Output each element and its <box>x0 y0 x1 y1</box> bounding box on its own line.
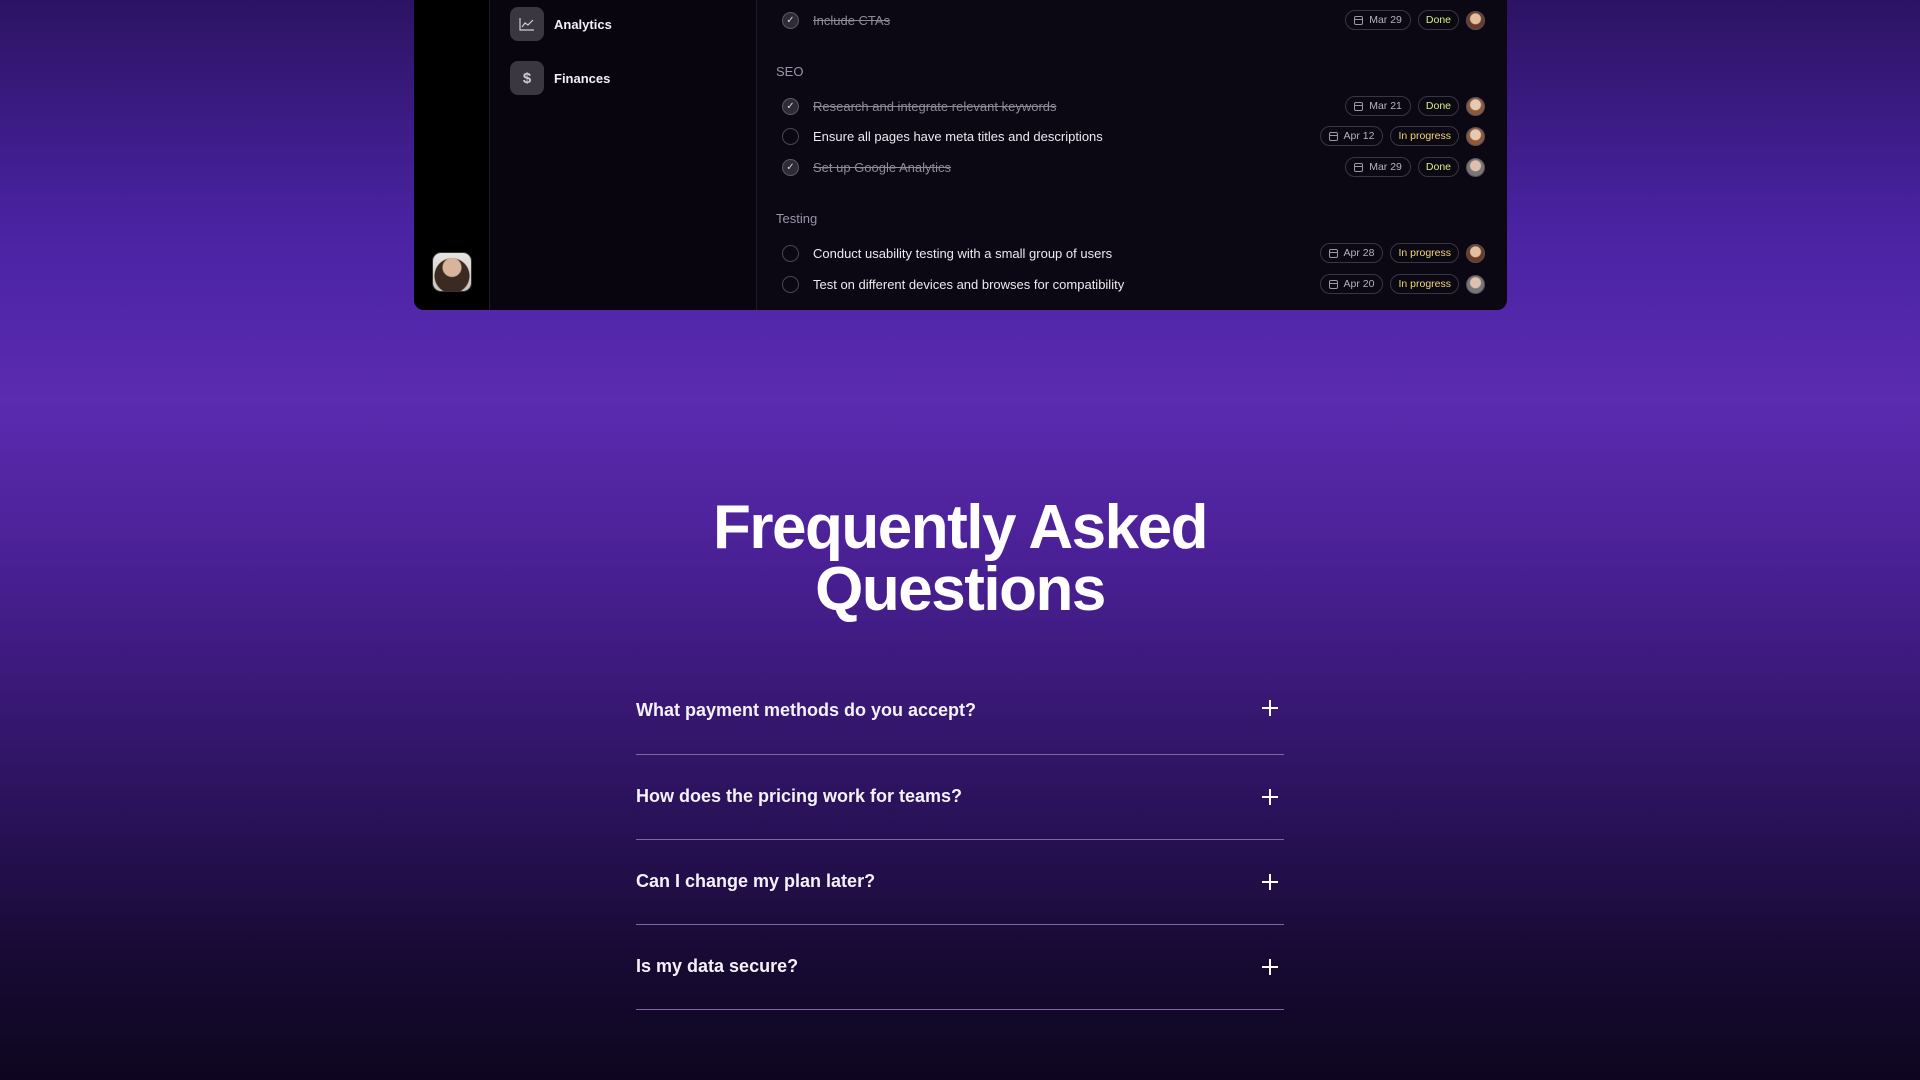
user-avatar[interactable] <box>432 252 472 292</box>
due-date-chip[interactable]: Mar 29 <box>1345 157 1411 177</box>
faq-item[interactable]: Can I change my plan later? <box>636 840 1284 925</box>
checkbox[interactable] <box>782 127 799 145</box>
sidebar-item-analytics[interactable]: Analytics <box>510 7 612 41</box>
task-title: Ensure all pages have meta titles and de… <box>813 128 1103 144</box>
sidebar-item-label: Finances <box>554 70 611 86</box>
task-row[interactable]: ✓ Research and integrate relevant keywor… <box>782 95 1485 117</box>
faq-item[interactable]: How does the pricing work for teams? <box>636 755 1284 840</box>
section-label-seo: SEO <box>776 64 804 79</box>
task-title: Research and integrate relevant keywords <box>813 98 1057 114</box>
faq-question: How does the pricing work for teams? <box>636 786 963 806</box>
status-badge[interactable]: Done <box>1417 10 1459 30</box>
calendar-icon <box>1354 162 1364 172</box>
plus-icon[interactable] <box>1262 788 1278 805</box>
status-badge[interactable]: Done <box>1417 157 1459 177</box>
faq-heading-line2: Questions <box>815 555 1106 624</box>
assignee-avatar[interactable] <box>1466 96 1485 116</box>
assignee-avatar[interactable] <box>1466 274 1485 294</box>
calendar-icon <box>1354 101 1364 111</box>
task-row[interactable]: ✓ Set up Google Analytics Mar 29 Done <box>782 156 1485 178</box>
calendar-icon <box>1328 248 1338 258</box>
checkbox[interactable] <box>782 244 799 262</box>
due-date: Apr 28 <box>1343 247 1375 259</box>
app-preview: Analytics $ Finances ✓ Include CTAs Mar … <box>414 0 1507 310</box>
task-list: ✓ Include CTAs Mar 29 Done SEO ✓ Researc… <box>757 0 1507 310</box>
task-row[interactable]: Test on different devices and browses fo… <box>782 273 1485 295</box>
task-title: Test on different devices and browses fo… <box>813 276 1125 292</box>
status-badge[interactable]: In progress <box>1390 274 1459 294</box>
dollar-icon: $ <box>510 61 544 95</box>
plus-icon[interactable] <box>1262 700 1278 716</box>
assignee-avatar[interactable] <box>1466 243 1485 263</box>
status-badge[interactable]: In progress <box>1390 243 1459 263</box>
calendar-icon <box>1354 15 1364 25</box>
checkbox[interactable] <box>782 275 799 293</box>
plus-icon[interactable] <box>1262 958 1278 975</box>
assignee-avatar[interactable] <box>1466 157 1485 177</box>
faq-list: What payment methods do you accept? How … <box>636 684 1284 1010</box>
due-date-chip[interactable]: Apr 12 <box>1319 126 1384 146</box>
due-date-chip[interactable]: Mar 29 <box>1345 10 1411 30</box>
faq-heading-line1: Frequently Asked <box>713 493 1208 562</box>
assignee-avatar[interactable] <box>1466 126 1485 146</box>
assignee-avatar[interactable] <box>1466 10 1485 30</box>
task-row[interactable]: Ensure all pages have meta titles and de… <box>782 125 1485 147</box>
faq-question: Is my data secure? <box>636 956 799 976</box>
plus-icon[interactable] <box>1262 873 1278 890</box>
checkbox[interactable]: ✓ <box>782 97 799 115</box>
status-badge[interactable]: Done <box>1417 96 1459 116</box>
task-row[interactable]: ✓ Include CTAs Mar 29 Done <box>782 9 1485 31</box>
sidebar-item-finances[interactable]: $ Finances <box>510 61 610 95</box>
due-date-chip[interactable]: Mar 21 <box>1345 96 1411 116</box>
task-title: Include CTAs <box>813 12 891 28</box>
due-date-chip[interactable]: Apr 20 <box>1319 274 1384 294</box>
section-label-testing: Testing <box>776 211 818 226</box>
due-date: Mar 29 <box>1369 14 1402 26</box>
task-title: Conduct usability testing with a small g… <box>813 245 1113 261</box>
icon-rail <box>414 0 490 310</box>
due-date: Apr 20 <box>1343 278 1375 290</box>
faq-heading: Frequently Asked Questions <box>0 497 1920 621</box>
due-date: Mar 21 <box>1369 100 1402 112</box>
due-date: Mar 29 <box>1369 161 1402 173</box>
due-date: Apr 12 <box>1343 130 1375 142</box>
calendar-icon <box>1328 279 1338 289</box>
due-date-chip[interactable]: Apr 28 <box>1319 243 1384 263</box>
faq-item[interactable]: Is my data secure? <box>636 925 1284 1010</box>
checkbox[interactable]: ✓ <box>782 158 799 176</box>
faq-question: What payment methods do you accept? <box>636 700 977 720</box>
faq-item[interactable]: What payment methods do you accept? <box>636 684 1284 755</box>
checkbox[interactable]: ✓ <box>782 11 799 29</box>
sidebar-nav: Analytics $ Finances <box>490 0 757 310</box>
sidebar-item-label: Analytics <box>554 16 612 32</box>
status-badge[interactable]: In progress <box>1390 126 1459 146</box>
chart-line-icon <box>510 7 544 41</box>
faq-question: Can I change my plan later? <box>636 871 876 891</box>
task-row[interactable]: Conduct usability testing with a small g… <box>782 242 1485 264</box>
calendar-icon <box>1328 131 1338 141</box>
task-title: Set up Google Analytics <box>813 159 952 175</box>
